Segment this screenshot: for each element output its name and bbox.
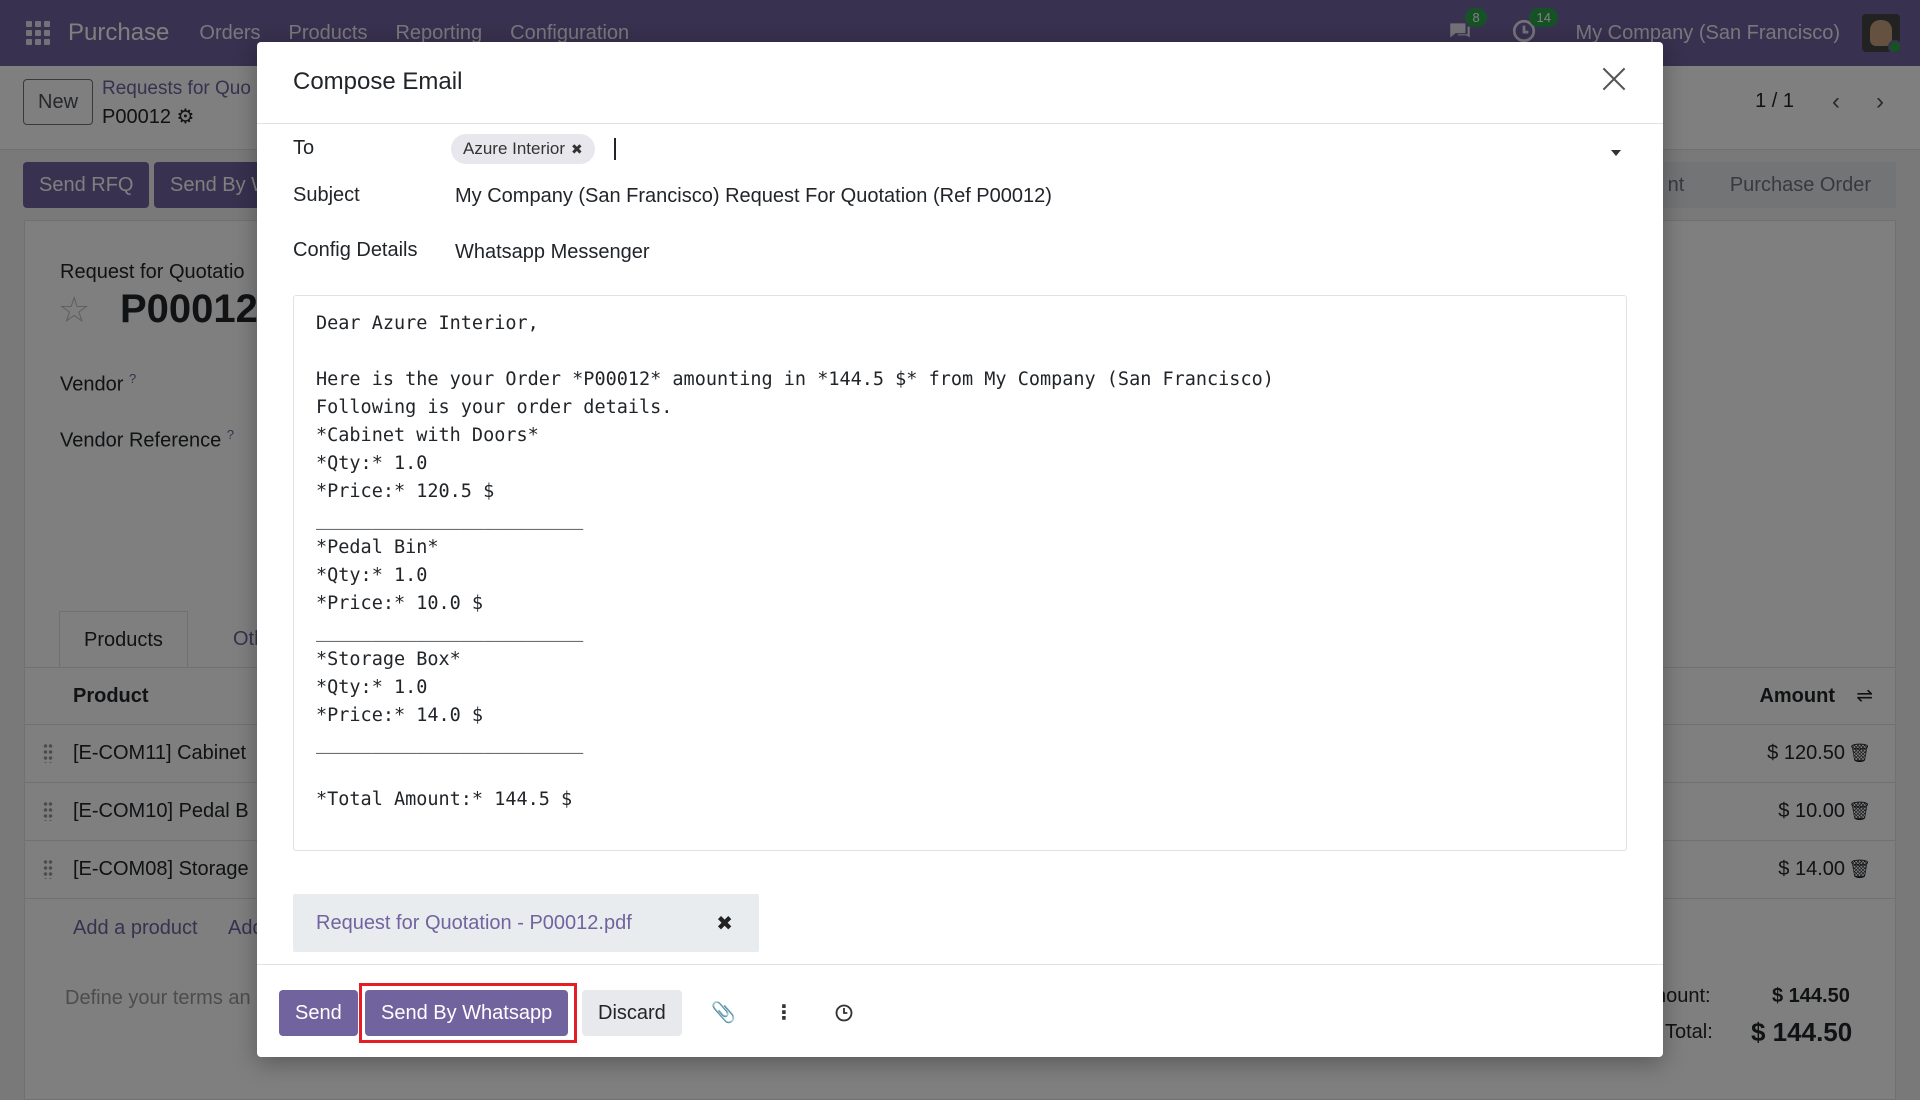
- body-line: ________________________: [316, 509, 584, 530]
- config-details-value[interactable]: Whatsapp Messenger: [455, 241, 650, 264]
- body-line: Here is the your Order *P00012* amountin…: [316, 369, 1274, 390]
- attachment-name[interactable]: Request for Quotation - P00012.pdf: [316, 912, 632, 935]
- to-input-caret[interactable]: [614, 138, 616, 160]
- paperclip-icon[interactable]: 📎: [711, 1003, 736, 1023]
- subject-input[interactable]: My Company (San Francisco) Request For Q…: [455, 185, 1052, 208]
- message-body-editor[interactable]: Dear Azure Interior, Here is the your Or…: [293, 295, 1627, 851]
- kebab-icon[interactable]: ⋮: [774, 1003, 794, 1023]
- body-line: *Price:* 14.0 $: [316, 705, 484, 726]
- body-line: *Price:* 120.5 $: [316, 481, 495, 502]
- close-icon[interactable]: [1599, 64, 1629, 94]
- recipient-name: Azure Interior: [463, 139, 566, 158]
- body-line: *Storage Box*: [316, 649, 461, 670]
- body-line: *Price:* 10.0 $: [316, 593, 484, 614]
- highlight-box: [359, 983, 577, 1043]
- config-details-label: Config Details: [293, 239, 418, 261]
- chevron-down-icon[interactable]: [1611, 150, 1621, 156]
- discard-button[interactable]: Discard: [582, 990, 682, 1036]
- body-line: *Qty:* 1.0: [316, 677, 428, 698]
- body-line: [316, 758, 1604, 786]
- subject-label: Subject: [293, 184, 360, 206]
- body-line: Following is your order details.: [316, 397, 673, 418]
- body-line: *Qty:* 1.0: [316, 453, 428, 474]
- body-line: *Total Amount:* 144.5 $: [316, 789, 573, 810]
- body-line: *Pedal Bin*: [316, 537, 439, 558]
- body-line: ________________________: [316, 733, 584, 754]
- send-button[interactable]: Send: [279, 990, 358, 1036]
- body-line: [316, 338, 1604, 366]
- modal-footer: Send Send By Whatsapp Discard 📎 ⋮: [257, 964, 1663, 1057]
- body-line: Dear Azure Interior,: [316, 313, 539, 334]
- attachment-chip[interactable]: Request for Quotation - P00012.pdf ✖: [293, 894, 759, 952]
- modal-header: Compose Email: [257, 42, 1663, 124]
- body-line: *Cabinet with Doors*: [316, 425, 539, 446]
- schedule-clock-icon[interactable]: [834, 1003, 854, 1023]
- to-label: To: [293, 137, 315, 159]
- compose-email-dialog: Compose Email To Azure Interior ✖ Subject…: [257, 42, 1663, 1057]
- recipient-tag: Azure Interior ✖: [451, 134, 595, 164]
- attachment-remove-icon[interactable]: ✖: [716, 911, 733, 936]
- body-line: ________________________: [316, 621, 584, 642]
- tag-remove-icon[interactable]: ✖: [571, 141, 583, 157]
- modal-title: Compose Email: [293, 68, 463, 95]
- body-line: *Qty:* 1.0: [316, 565, 428, 586]
